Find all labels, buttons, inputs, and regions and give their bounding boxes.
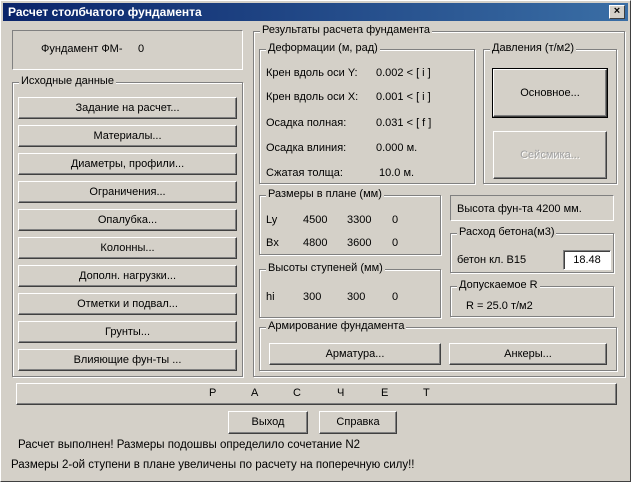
levels-basement-button-label: Отметки и подвал... bbox=[77, 298, 178, 310]
extra-loads-button[interactable]: Дополн. нагрузки... bbox=[18, 265, 237, 287]
foundation-number: 0 bbox=[138, 43, 145, 55]
levels-basement-button[interactable]: Отметки и подвал... bbox=[18, 293, 237, 315]
seismic-button-label: Сейсмика... bbox=[520, 149, 580, 161]
step-h-2: 300 bbox=[347, 291, 366, 303]
extra-loads-button-label: Дополн. нагрузки... bbox=[79, 270, 176, 282]
deform-value-settlement: 0.031 < [ f ] bbox=[376, 117, 432, 129]
step-h-3: 0 bbox=[392, 291, 399, 303]
columns-button[interactable]: Колонны... bbox=[18, 237, 237, 259]
pressures-legend: Давления (т/м2) bbox=[490, 42, 577, 54]
main-pressure-button[interactable]: Основное... bbox=[492, 68, 608, 118]
plan-ly-2: 3300 bbox=[347, 214, 372, 226]
main-pressure-button-label: Основное... bbox=[520, 87, 580, 99]
restrictions-button-label: Ограничения... bbox=[89, 186, 166, 198]
reinforcement-legend: Армирование фундамента bbox=[266, 320, 407, 332]
calc-letter-4: Ч bbox=[337, 387, 345, 399]
title-bar[interactable]: Расчет столбчатого фундамента × bbox=[3, 3, 628, 21]
plan-bx-3: 0 bbox=[392, 237, 399, 249]
plan-bx-2: 3600 bbox=[347, 237, 372, 249]
foundation-label: Фундамент ФМ- bbox=[41, 43, 123, 55]
main-window: Расчет столбчатого фундамента × Фундамен… bbox=[0, 0, 631, 482]
calculate-button[interactable]: Р А С Ч Е Т bbox=[16, 383, 617, 405]
rebar-button-label: Арматура... bbox=[325, 348, 385, 360]
help-button-label: Справка bbox=[336, 416, 380, 428]
calc-letter-2: А bbox=[251, 387, 259, 399]
diameters-button[interactable]: Диаметры, профили... bbox=[18, 153, 237, 175]
deform-value-influence: 0.000 м. bbox=[376, 142, 418, 154]
anchors-button-label: Анкеры... bbox=[504, 348, 552, 360]
plan-label-bx: Bx bbox=[266, 237, 279, 249]
task-button[interactable]: Задание на расчет... bbox=[18, 97, 237, 119]
concrete-class-label: бетон кл. В15 bbox=[457, 254, 527, 266]
exit-button[interactable]: Выход bbox=[228, 411, 308, 434]
deform-value-roll-x: 0.001 < [ i ] bbox=[376, 91, 431, 103]
task-button-label: Задание на расчет... bbox=[75, 102, 180, 114]
restrictions-button[interactable]: Ограничения... bbox=[18, 181, 237, 203]
calc-letter-6: Т bbox=[423, 387, 430, 399]
deform-label-settlement: Осадка полная: bbox=[266, 117, 347, 129]
window-title: Расчет столбчатого фундамента bbox=[8, 5, 202, 19]
height-panel: Высота фун-та 4200 мм. bbox=[450, 195, 614, 221]
deform-label-compressed: Сжатая толща: bbox=[266, 167, 343, 179]
concrete-legend: Расход бетона(м3) bbox=[457, 226, 557, 238]
close-button[interactable]: × bbox=[609, 5, 625, 19]
formwork-button[interactable]: Опалубка... bbox=[18, 209, 237, 231]
allowable-r-legend: Допускаемое R bbox=[457, 279, 540, 291]
input-data-legend: Исходные данные bbox=[19, 75, 116, 87]
plan-ly-3: 0 bbox=[392, 214, 399, 226]
deform-label-roll-y: Крен вдоль оси Y: bbox=[266, 67, 358, 79]
allowable-r-value: R = 25.0 т/м2 bbox=[466, 300, 533, 312]
deform-value-compressed: 10.0 м. bbox=[379, 167, 415, 179]
deform-value-roll-y: 0.002 < [ i ] bbox=[376, 67, 431, 79]
calc-letter-1: Р bbox=[209, 387, 217, 399]
step-label-hi: hi bbox=[266, 291, 275, 303]
plan-label-ly: Ly bbox=[266, 214, 278, 226]
soils-button[interactable]: Грунты... bbox=[18, 321, 237, 343]
step-h-1: 300 bbox=[303, 291, 322, 303]
step-heights-legend: Высоты ступеней (мм) bbox=[266, 262, 385, 274]
help-button[interactable]: Справка bbox=[319, 411, 397, 434]
results-legend: Результаты расчета фундамента bbox=[260, 24, 432, 36]
calc-letter-3: С bbox=[293, 387, 301, 399]
diameters-button-label: Диаметры, профили... bbox=[70, 158, 185, 170]
plan-bx-1: 4800 bbox=[303, 237, 328, 249]
anchors-button[interactable]: Анкеры... bbox=[449, 343, 607, 365]
deform-label-influence: Осадка влиния: bbox=[266, 142, 347, 154]
plan-sizes-legend: Размеры в плане (мм) bbox=[266, 188, 384, 200]
influencing-foundations-button[interactable]: Влияющие фун-ты ... bbox=[18, 349, 237, 371]
materials-button[interactable]: Материалы... bbox=[18, 125, 237, 147]
status-line-1: Расчет выполнен! Размеры подошвы определ… bbox=[18, 439, 361, 451]
soils-button-label: Грунты... bbox=[104, 326, 151, 338]
plan-ly-1: 4500 bbox=[303, 214, 328, 226]
calc-letter-5: Е bbox=[381, 387, 389, 399]
status-line-2: Размеры 2-ой ступени в плане увеличены п… bbox=[11, 459, 415, 471]
influencing-foundations-button-label: Влияющие фун-ты ... bbox=[73, 354, 182, 366]
materials-button-label: Материалы... bbox=[93, 130, 162, 142]
deform-label-roll-x: Крен вдоль оси X: bbox=[266, 91, 359, 103]
foundation-panel: Фундамент ФМ- 0 bbox=[12, 30, 243, 70]
deformations-legend: Деформации (м, рад) bbox=[266, 42, 380, 54]
height-text: Высота фун-та 4200 мм. bbox=[457, 203, 582, 215]
concrete-volume-field[interactable]: 18.48 bbox=[563, 250, 611, 270]
seismic-button[interactable]: Сейсмика... bbox=[493, 131, 607, 179]
exit-button-label: Выход bbox=[251, 416, 285, 428]
rebar-button[interactable]: Арматура... bbox=[269, 343, 441, 365]
formwork-button-label: Опалубка... bbox=[97, 214, 158, 226]
columns-button-label: Колонны... bbox=[100, 242, 155, 254]
